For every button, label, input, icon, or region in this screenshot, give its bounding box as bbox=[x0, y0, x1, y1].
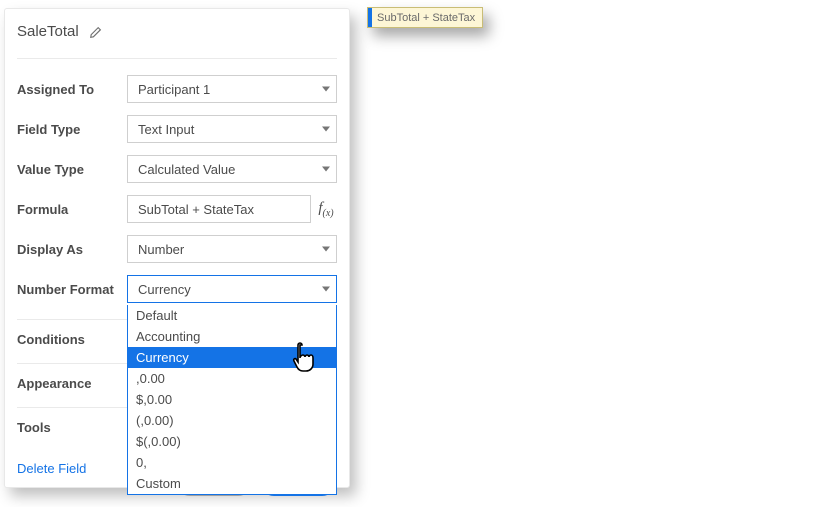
label-value-type: Value Type bbox=[17, 162, 127, 177]
select-display-as[interactable]: Number bbox=[127, 235, 337, 263]
select-assigned-to-value: Participant 1 bbox=[138, 82, 210, 97]
select-number-format-value: Currency bbox=[138, 282, 191, 297]
chevron-down-icon bbox=[322, 87, 330, 92]
row-number-format: Number Format Currency bbox=[17, 269, 337, 309]
label-assigned-to: Assigned To bbox=[17, 82, 127, 97]
number-format-option[interactable]: $,0.00 bbox=[128, 389, 336, 410]
label-tools: Tools bbox=[17, 420, 127, 435]
formula-input[interactable]: SubTotal + StateTax bbox=[127, 195, 311, 223]
formula-wrap: SubTotal + StateTax f(x) bbox=[127, 195, 337, 223]
row-assigned-to: Assigned To Participant 1 bbox=[17, 69, 337, 109]
number-format-option[interactable]: 0, bbox=[128, 452, 336, 473]
number-format-option[interactable]: $(,0.00) bbox=[128, 431, 336, 452]
select-display-as-value: Number bbox=[138, 242, 184, 257]
field-drag-handle[interactable] bbox=[368, 8, 372, 27]
chevron-down-icon bbox=[322, 167, 330, 172]
select-number-format[interactable]: Currency bbox=[127, 275, 337, 303]
field-name-row: SaleTotal bbox=[17, 23, 337, 59]
select-assigned-to[interactable]: Participant 1 bbox=[127, 75, 337, 103]
label-appearance: Appearance bbox=[17, 376, 127, 391]
row-formula: Formula SubTotal + StateTax f(x) bbox=[17, 189, 337, 229]
row-field-type: Field Type Text Input bbox=[17, 109, 337, 149]
number-format-option[interactable]: (,0.00) bbox=[128, 410, 336, 431]
number-format-option[interactable]: Currency bbox=[128, 347, 336, 368]
select-value-type[interactable]: Calculated Value bbox=[127, 155, 337, 183]
delete-field-link[interactable]: Delete Field bbox=[17, 461, 86, 476]
label-conditions: Conditions bbox=[17, 332, 127, 347]
number-format-dropdown: DefaultAccountingCurrency,0.00$,0.00(,0.… bbox=[127, 305, 337, 495]
number-format-option[interactable]: Accounting bbox=[128, 326, 336, 347]
field-name: SaleTotal bbox=[17, 23, 79, 40]
edit-name-icon[interactable] bbox=[89, 25, 103, 39]
select-value-type-value: Calculated Value bbox=[138, 162, 235, 177]
chevron-down-icon bbox=[322, 247, 330, 252]
row-value-type: Value Type Calculated Value bbox=[17, 149, 337, 189]
fx-icon[interactable]: f(x) bbox=[315, 200, 337, 219]
number-format-option[interactable]: Custom bbox=[128, 473, 336, 494]
label-number-format: Number Format bbox=[17, 282, 127, 297]
label-field-type: Field Type bbox=[17, 122, 127, 137]
number-format-option[interactable]: ,0.00 bbox=[128, 368, 336, 389]
number-format-option[interactable]: Default bbox=[128, 305, 336, 326]
select-field-type-value: Text Input bbox=[138, 122, 194, 137]
label-formula: Formula bbox=[17, 202, 127, 217]
select-field-type[interactable]: Text Input bbox=[127, 115, 337, 143]
chevron-down-icon bbox=[322, 127, 330, 132]
label-display-as: Display As bbox=[17, 242, 127, 257]
field-properties-panel: SaleTotal Assigned To Participant 1 Fiel… bbox=[4, 8, 350, 488]
formula-value: SubTotal + StateTax bbox=[138, 202, 254, 217]
form-field-preview-text: SubTotal + StateTax bbox=[377, 12, 475, 24]
chevron-down-icon bbox=[322, 287, 330, 292]
form-field-preview[interactable]: SubTotal + StateTax bbox=[367, 7, 483, 28]
row-display-as: Display As Number bbox=[17, 229, 337, 269]
